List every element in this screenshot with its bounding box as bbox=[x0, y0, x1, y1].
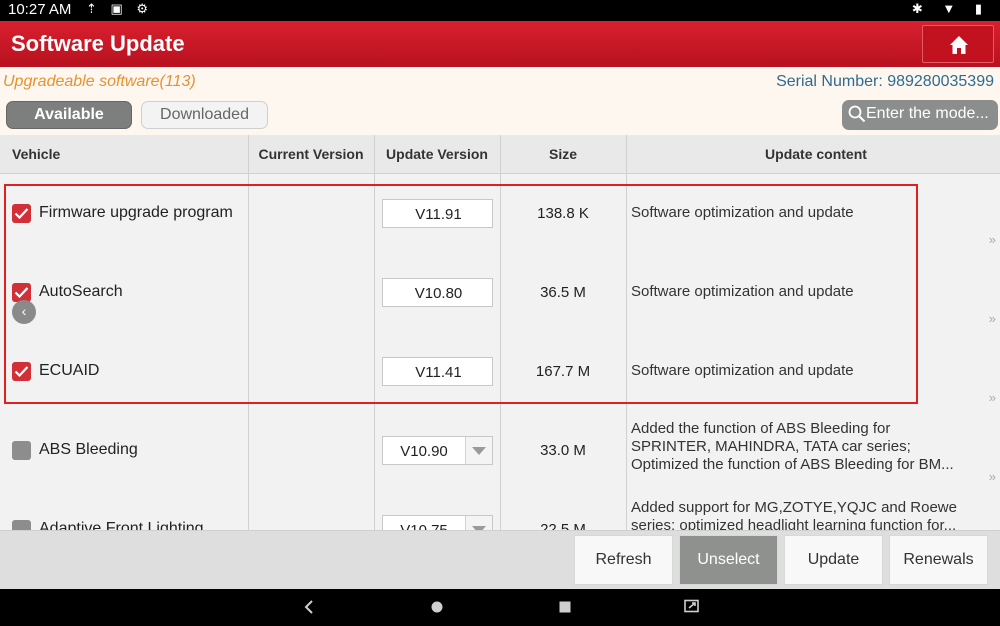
column-size: Size bbox=[548, 146, 577, 162]
column-update-content: Update content bbox=[765, 146, 867, 162]
android-nav-bar bbox=[0, 589, 1000, 626]
update-version-value: V11.91 bbox=[415, 206, 462, 223]
update-version-value: V11.41 bbox=[415, 364, 462, 381]
software-list[interactable]: Firmware upgrade program V11.91 138.8 K … bbox=[0, 174, 1000, 530]
file-size: 167.7 M bbox=[535, 363, 591, 380]
expand-more-icon[interactable]: » bbox=[989, 390, 996, 405]
file-size: 138.8 K bbox=[537, 205, 589, 222]
tab-available[interactable]: Available bbox=[6, 101, 132, 129]
nav-recents-icon[interactable] bbox=[557, 599, 573, 615]
screenshot-icon[interactable] bbox=[683, 599, 701, 615]
column-vehicle: Vehicle bbox=[12, 146, 61, 162]
update-content: Software optimization and update bbox=[631, 204, 854, 221]
update-button[interactable]: Update bbox=[784, 535, 883, 585]
update-version-value: V10.75 bbox=[383, 522, 465, 530]
update-version-field[interactable]: V11.91 bbox=[382, 199, 493, 228]
search-placeholder: Enter the mode... bbox=[866, 105, 989, 122]
table-header: Vehicle Current Version Update Version S… bbox=[0, 135, 1000, 174]
back-arrow-icon[interactable]: ‹ bbox=[12, 300, 36, 324]
column-update-version: Update Version bbox=[386, 146, 488, 162]
info-bar: Upgradeable software(113) Serial Number:… bbox=[0, 67, 1000, 98]
expand-more-icon[interactable]: » bbox=[989, 311, 996, 326]
row-checkbox[interactable] bbox=[12, 441, 31, 460]
version-select[interactable]: V10.75 bbox=[382, 515, 493, 530]
action-bar: Refresh Unselect Update Renewals bbox=[0, 530, 1000, 590]
system-icons: ✱ ▼ ▮ bbox=[911, 1, 990, 16]
home-button[interactable] bbox=[922, 25, 994, 63]
table-row[interactable]: Firmware upgrade program V11.91 138.8 K … bbox=[0, 174, 1000, 254]
update-version-field[interactable]: V11.41 bbox=[382, 357, 493, 386]
expand-more-icon[interactable]: » bbox=[989, 232, 996, 247]
table-row[interactable]: ABS Bleeding V10.90 33.0 M Added the fun… bbox=[0, 411, 1000, 491]
tab-bar: Available Downloaded Enter the mode... bbox=[0, 98, 1000, 135]
vehicle-name: ABS Bleeding bbox=[39, 441, 138, 458]
search-input[interactable]: Enter the mode... bbox=[842, 100, 998, 130]
update-version-field[interactable]: V10.80 bbox=[382, 278, 493, 307]
update-content: Software optimization and update bbox=[631, 283, 854, 300]
update-content: Added the function of ABS Bleeding for S… bbox=[631, 420, 954, 473]
tab-downloaded[interactable]: Downloaded bbox=[141, 101, 268, 129]
vehicle-name: AutoSearch bbox=[39, 283, 123, 300]
nav-back-icon[interactable] bbox=[302, 599, 316, 615]
file-size: 36.5 M bbox=[540, 284, 586, 301]
vehicle-name: ECUAID bbox=[39, 362, 100, 379]
update-version-value: V10.80 bbox=[414, 285, 463, 302]
search-icon bbox=[848, 105, 866, 123]
row-checkbox[interactable] bbox=[12, 362, 31, 381]
serial-number: Serial Number: 989280035399 bbox=[776, 73, 994, 90]
column-current-version: Current Version bbox=[258, 146, 364, 162]
update-content: Added support for MG,ZOTYE,YQJC and Roew… bbox=[631, 499, 957, 530]
row-checkbox[interactable] bbox=[12, 520, 31, 530]
table-row[interactable]: Adaptive Front Lighting V10.75 22.5 M Ad… bbox=[0, 490, 1000, 530]
unselect-button[interactable]: Unselect bbox=[679, 535, 778, 585]
notification-icons: ⇡ ▣ ⚙ bbox=[86, 1, 154, 16]
file-size: 33.0 M bbox=[540, 442, 586, 459]
dropdown-arrow-icon bbox=[465, 516, 492, 530]
update-version-value: V10.90 bbox=[400, 443, 448, 460]
home-icon bbox=[950, 36, 968, 54]
status-bar: 10:27 AM ⇡ ▣ ⚙ ✱ ▼ ▮ bbox=[0, 0, 1000, 21]
version-select[interactable]: V10.90 bbox=[382, 436, 493, 465]
update-content: Software optimization and update bbox=[631, 362, 854, 379]
vehicle-name: Firmware upgrade program bbox=[39, 204, 233, 221]
table-row[interactable]: AutoSearch V10.80 36.5 M Software optimi… bbox=[0, 253, 1000, 333]
vehicle-name: Adaptive Front Lighting bbox=[39, 520, 204, 530]
app-header: Software Update bbox=[0, 21, 1000, 67]
status-time: 10:27 AM bbox=[8, 1, 72, 18]
file-size: 22.5 M bbox=[540, 521, 586, 530]
expand-more-icon[interactable]: » bbox=[989, 469, 996, 484]
table-row[interactable]: ECUAID V11.41 167.7 M Software optimizat… bbox=[0, 332, 1000, 412]
page-title: Software Update bbox=[11, 31, 185, 56]
row-checkbox[interactable] bbox=[12, 204, 31, 223]
dropdown-arrow-icon bbox=[465, 437, 492, 464]
renewals-button[interactable]: Renewals bbox=[889, 535, 988, 585]
upgradeable-count: Upgradeable software(113) bbox=[3, 73, 196, 90]
refresh-button[interactable]: Refresh bbox=[574, 535, 673, 585]
nav-home-icon[interactable] bbox=[429, 599, 445, 615]
